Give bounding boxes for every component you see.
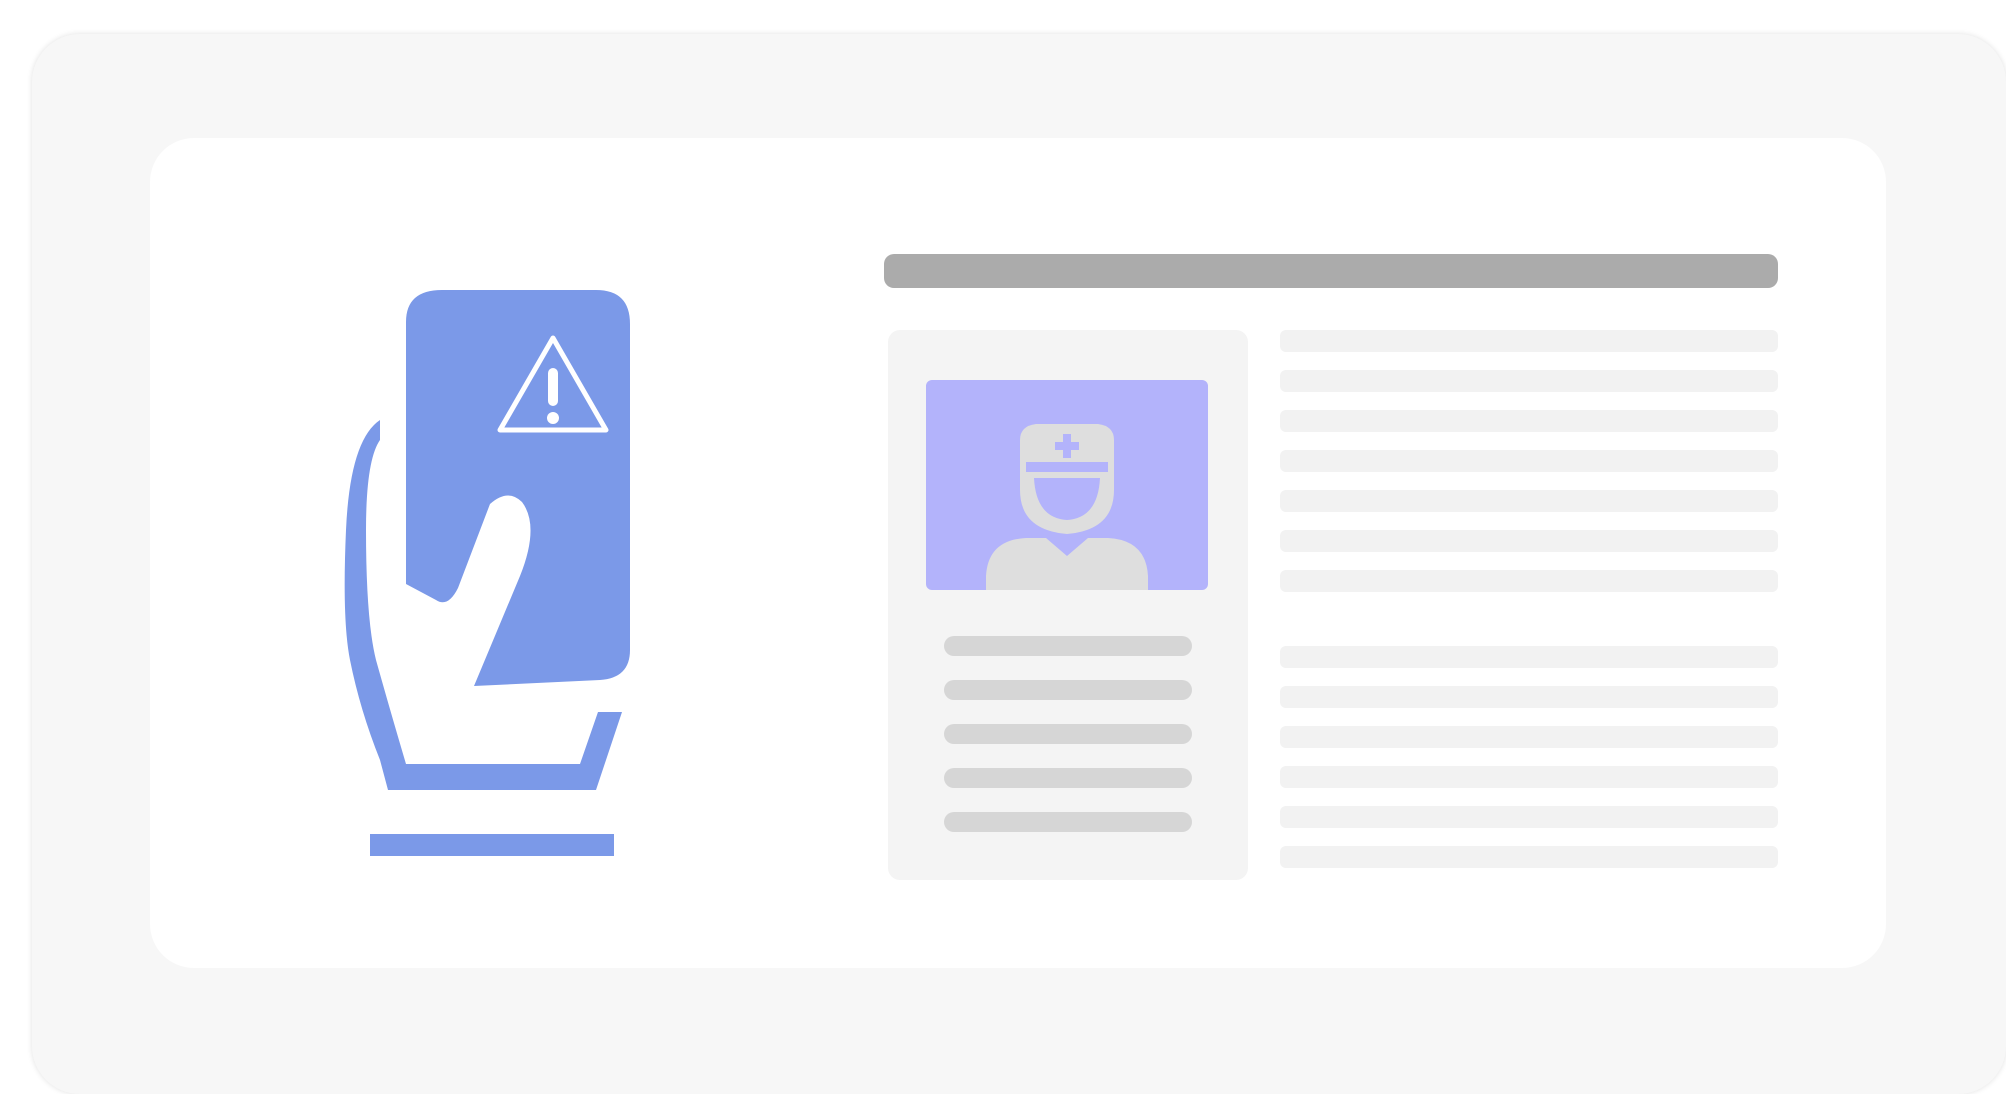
document-title-bar — [884, 254, 1778, 288]
text-line — [1280, 490, 1778, 512]
placeholder-line — [944, 724, 1192, 744]
text-line — [1280, 646, 1778, 668]
text-line — [1280, 726, 1778, 748]
text-line — [1280, 330, 1778, 352]
text-line — [1280, 686, 1778, 708]
doctor-avatar-icon — [986, 424, 1148, 590]
text-line — [1280, 570, 1778, 592]
avatar — [926, 380, 1208, 590]
text-line — [1280, 806, 1778, 828]
text-line — [1280, 370, 1778, 392]
hand-holding-card-icon — [344, 290, 630, 856]
hand-base-bar — [370, 834, 614, 856]
text-line — [1280, 766, 1778, 788]
placeholder-line — [944, 768, 1192, 788]
placeholder-line — [944, 812, 1192, 832]
text-line — [1280, 450, 1778, 472]
text-line — [1280, 410, 1778, 432]
text-line — [1280, 846, 1778, 868]
warning-card — [406, 290, 630, 686]
profile-card — [888, 330, 1248, 880]
placeholder-line — [944, 636, 1192, 656]
text-line — [1280, 530, 1778, 552]
placeholder-line — [944, 680, 1192, 700]
